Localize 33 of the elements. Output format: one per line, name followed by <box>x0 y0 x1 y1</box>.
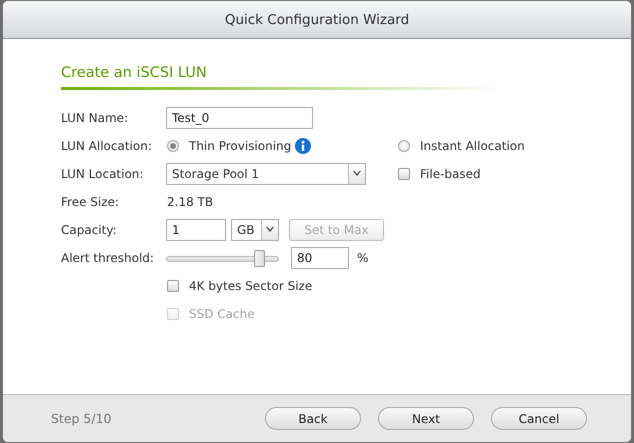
wizard-button[interactable]: Next <box>378 407 474 430</box>
checkbox[interactable] <box>167 280 179 292</box>
location-dropdown[interactable]: Storage Pool 1 <box>166 163 366 185</box>
caret-icon <box>353 171 361 177</box>
slider-thumb[interactable] <box>254 250 265 266</box>
field-label: LUN Allocation: <box>61 139 153 153</box>
wizard-button[interactable]: Cancel <box>491 407 587 430</box>
option-label: 4K bytes Sector Size <box>189 279 312 293</box>
unit-dropdown[interactable]: GB <box>231 219 279 241</box>
free-size-value: 2.18 TB <box>166 195 214 209</box>
radio-button[interactable] <box>167 140 179 152</box>
capacity-field[interactable]: 1 <box>166 219 226 241</box>
field-label: Alert threshold: <box>61 251 155 265</box>
step-indicator: Step 5/10 <box>51 411 113 426</box>
field-label: LUN Location: <box>61 167 144 181</box>
option-label: Thin Provisioning <box>189 139 292 153</box>
threshold-field[interactable]: 80 <box>291 247 349 269</box>
lun-name-field[interactable]: Test_0 <box>166 107 313 129</box>
option-label: SSD Cache <box>189 307 255 321</box>
percent-unit: % <box>357 251 368 265</box>
caret-icon <box>266 227 274 233</box>
field-label: Free Size: <box>61 195 120 209</box>
wizard-button[interactable]: Back <box>265 407 361 430</box>
window-title: Quick Configuration Wizard <box>3 1 631 39</box>
section-title: Create an iSCSI LUN <box>61 65 207 83</box>
field-label: LUN Name: <box>61 111 130 125</box>
threshold-slider[interactable] <box>166 250 279 266</box>
checkbox[interactable] <box>398 168 410 180</box>
radio-button[interactable] <box>398 140 410 152</box>
info-icon[interactable] <box>295 138 312 154</box>
option-label: File-based <box>420 167 481 181</box>
field-label: Capacity: <box>61 223 118 237</box>
option-label: Instant Allocation <box>420 139 525 153</box>
